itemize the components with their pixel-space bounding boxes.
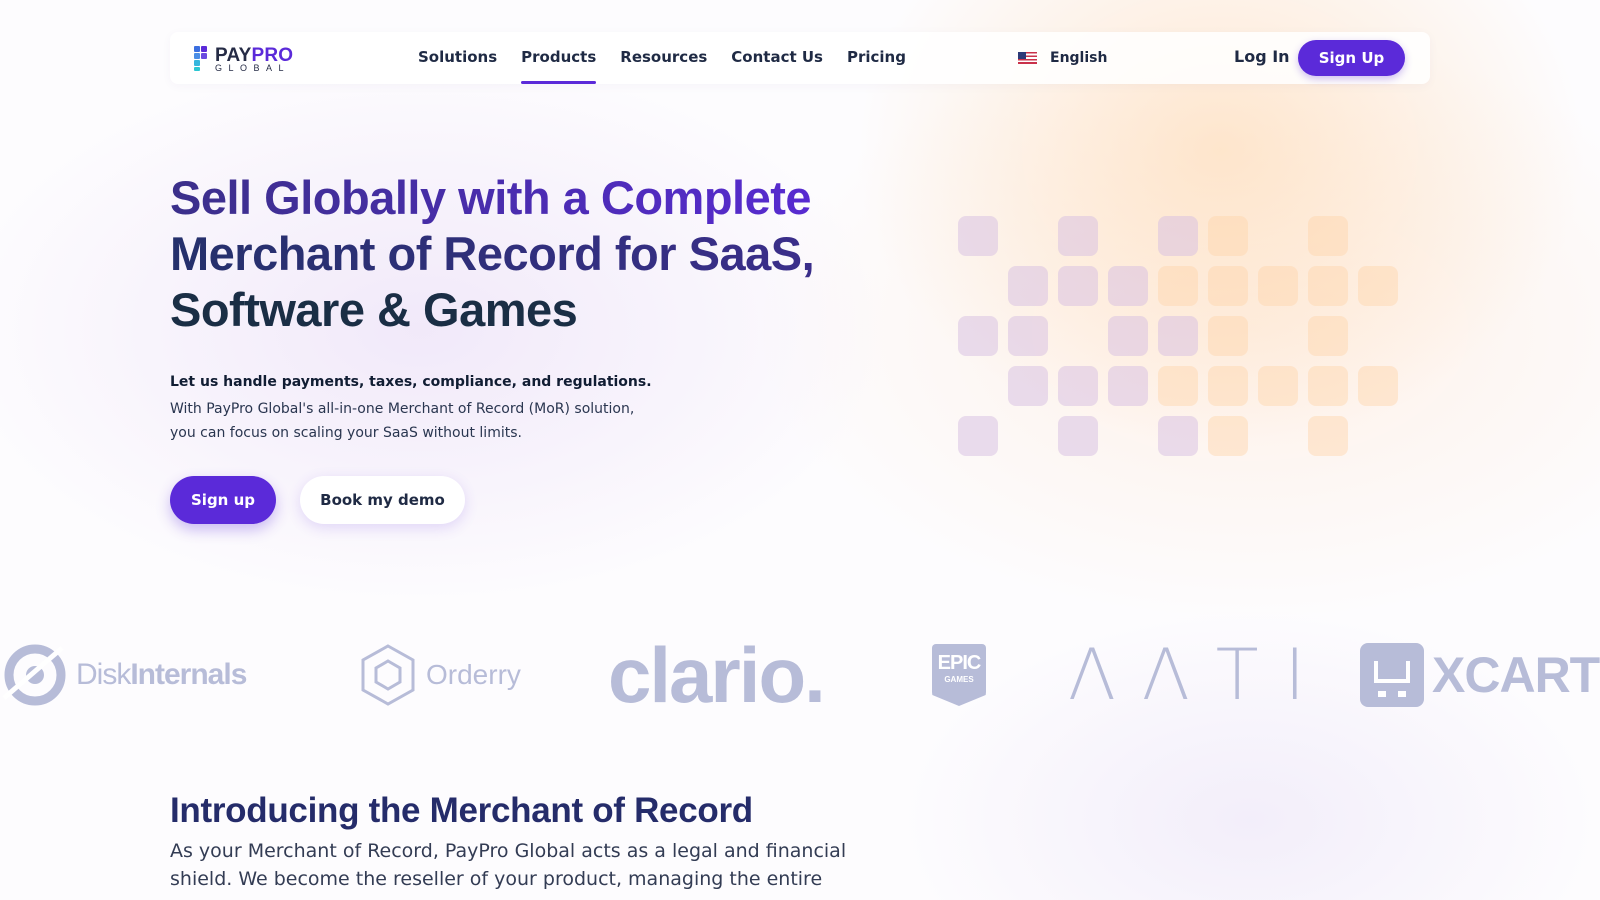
- xcart-cart-icon: [1360, 643, 1424, 707]
- intro-title: Introducing the Merchant of Record: [170, 791, 753, 830]
- aati-text: ΛΛΤΙ: [1068, 634, 1332, 716]
- diskinternals-logo: DiskInternals: [0, 640, 247, 710]
- diskinternals-icon: [2, 644, 66, 706]
- hero-title-line-2: Merchant of Record for SaaS,: [170, 226, 890, 282]
- intro-description-line-2: shield. We become the reseller of your p…: [170, 868, 823, 890]
- xcart-text: XCART: [1432, 647, 1600, 703]
- clario-text: clario.: [608, 630, 826, 719]
- language-label: English: [1050, 50, 1108, 66]
- diskinternals-text-2: Internals: [130, 658, 247, 691]
- intro-description: As your Merchant of Record, PayPro Globa…: [170, 837, 910, 893]
- us-flag-icon: [1018, 52, 1037, 64]
- epic-games-shield-icon: EPIC GAMES: [932, 644, 986, 706]
- intro-description-line-1: As your Merchant of Record, PayPro Globa…: [170, 840, 847, 862]
- xcart-logo: XCART: [1360, 640, 1600, 710]
- epic-text: EPIC: [937, 652, 982, 674]
- paypro-global-logo[interactable]: PAYPRO GLOBAL: [194, 45, 314, 73]
- epic-games-logo: EPIC GAMES: [932, 640, 986, 710]
- signup-button-header[interactable]: Sign Up: [1298, 40, 1405, 76]
- games-text: GAMES: [944, 675, 974, 684]
- book-demo-button[interactable]: Book my demo: [300, 476, 465, 524]
- logo-subtitle: GLOBAL: [215, 63, 291, 73]
- hero-title-line-1: Sell Globally with a Complete: [170, 170, 890, 226]
- orderry-text: Orderry: [426, 659, 521, 690]
- top-navigation: PAYPRO GLOBAL Solutions Products Resourc…: [170, 32, 1430, 84]
- orderry-hexagon-icon: [361, 644, 415, 706]
- client-logos: DiskInternals Orderry clario. EPIC GAMES…: [0, 631, 1600, 720]
- main-menu: Solutions Products Resources Contact Us …: [418, 32, 930, 84]
- hero-description-line-2: you can focus on scaling your SaaS witho…: [170, 425, 522, 441]
- hero-description: With PayPro Global's all-in-one Merchant…: [170, 397, 730, 445]
- nav-products[interactable]: Products: [521, 32, 597, 84]
- hero-lead: Let us handle payments, taxes, complianc…: [170, 374, 652, 390]
- signup-button[interactable]: Sign up: [170, 476, 276, 524]
- decorative-tile-pattern: [958, 216, 1400, 456]
- logo-mark-icon: [194, 46, 208, 72]
- nav-solutions[interactable]: Solutions: [418, 32, 497, 84]
- hero-description-line-1: With PayPro Global's all-in-one Merchant…: [170, 401, 635, 417]
- aati-logo: ΛΛΤΙ: [1068, 634, 1331, 716]
- nav-pricing[interactable]: Pricing: [847, 32, 906, 84]
- nav-resources[interactable]: Resources: [620, 32, 707, 84]
- hero-title-line-3: Software & Games: [170, 283, 578, 336]
- hero-title: Sell Globally with a Complete Merchant o…: [170, 170, 890, 338]
- clario-logo: clario.: [608, 631, 826, 719]
- orderry-logo: Orderry: [360, 640, 521, 710]
- login-link[interactable]: Log In: [1234, 32, 1290, 84]
- nav-contact-us[interactable]: Contact Us: [731, 32, 823, 84]
- language-selector[interactable]: English: [1018, 32, 1107, 84]
- diskinternals-text-1: Disk: [76, 658, 131, 691]
